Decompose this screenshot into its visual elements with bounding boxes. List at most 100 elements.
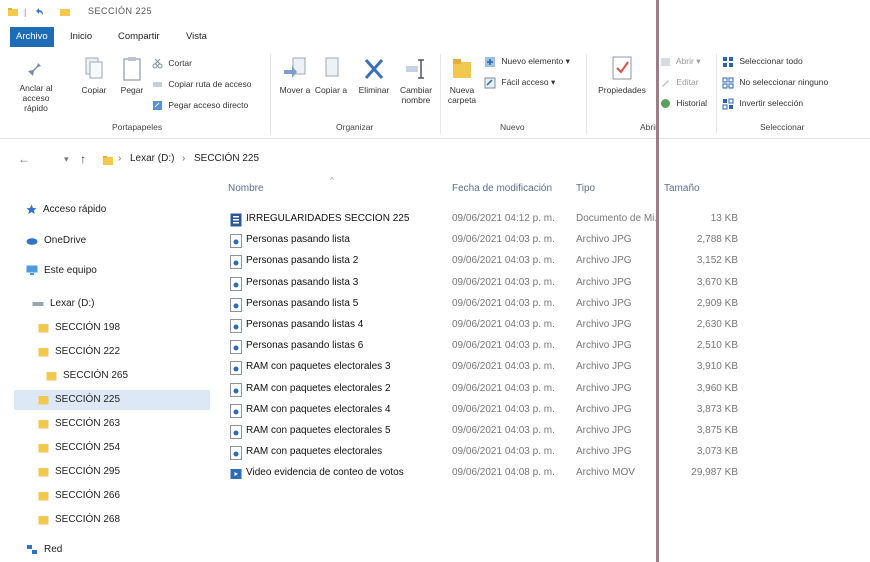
nav-this-pc[interactable]: Este equipo: [26, 261, 97, 281]
ribbon-divider: [716, 54, 717, 134]
file-row[interactable]: Personas pasando lista 5 09/06/2021 04:03…: [226, 295, 746, 315]
nav-folder-selected[interactable]: SECCIÓN 225: [14, 390, 210, 410]
back-arrow-icon[interactable]: ←: [18, 152, 30, 166]
rename-button[interactable]: Cambiar nombre: [396, 56, 436, 105]
history-icon: [661, 99, 670, 109]
column-header-date[interactable]: Fecha de modificación: [452, 183, 552, 194]
nav-label: SECCIÓN 263: [55, 418, 121, 429]
nav-drive[interactable]: Lexar (D:): [32, 294, 94, 314]
column-header-name[interactable]: Nombre: [228, 183, 264, 194]
new-folder-label: Nueva carpeta: [447, 85, 477, 105]
edit-icon: [662, 80, 669, 88]
delete-button[interactable]: Eliminar: [354, 56, 394, 95]
column-header-size[interactable]: Tamaño: [664, 183, 700, 194]
file-name: Personas pasando lista: [246, 234, 350, 246]
file-type: Archivo JPG: [576, 276, 632, 288]
new-item-label: Nuevo elemento: [501, 56, 564, 66]
move-to-button[interactable]: Mover a: [278, 56, 312, 95]
delete-label: Eliminar: [358, 85, 390, 95]
file-type: Archivo JPG: [576, 361, 632, 373]
image-file-icon: [230, 276, 242, 294]
nav-onedrive[interactable]: OneDrive: [26, 231, 86, 251]
nav-folder[interactable]: SECCIÓN 266: [38, 486, 120, 506]
folder-icon: [46, 371, 57, 381]
invert-selection-button[interactable]: Invertir selección: [722, 96, 803, 110]
file-row[interactable]: Personas pasando listas 6 09/06/2021 04:0…: [226, 337, 746, 357]
select-none-icon: [722, 77, 734, 89]
file-type: Archivo JPG: [576, 403, 632, 415]
file-row[interactable]: Personas pasando lista 3 09/06/2021 04:03…: [226, 274, 746, 294]
tab-inicio[interactable]: Inicio: [64, 27, 98, 47]
select-all-icon: [723, 56, 733, 67]
nav-network[interactable]: Red: [26, 540, 62, 560]
paste-button[interactable]: Pegar: [116, 56, 148, 95]
file-name: RAM con paquetes electorales 3: [246, 361, 391, 373]
nav-quick-access[interactable]: Acceso rápido: [26, 200, 106, 220]
edit-button[interactable]: Editar: [660, 75, 699, 89]
file-size: 2,909 KB: [696, 297, 738, 309]
history-button[interactable]: Historial: [660, 96, 707, 110]
nav-folder[interactable]: SECCIÓN 268: [38, 510, 120, 530]
new-item-button[interactable]: Nuevo elemento ▾: [484, 54, 570, 68]
computer-icon: [26, 265, 38, 275]
nav-label: SECCIÓN 265: [63, 370, 129, 381]
nav-label: Red: [44, 544, 63, 555]
breadcrumb-drive[interactable]: Lexar (D:): [130, 153, 174, 164]
file-size: 3,152 KB: [696, 255, 738, 267]
file-type: Archivo JPG: [576, 297, 632, 309]
select-all-button[interactable]: Seleccionar todo: [722, 54, 803, 68]
recent-dropdown-icon[interactable]: ▾: [64, 154, 69, 165]
file-row[interactable]: RAM con paquetes electorales 3 09/06/2021…: [226, 358, 746, 378]
image-file-icon: [230, 382, 242, 400]
select-none-label: No seleccionar ninguno: [739, 77, 829, 87]
file-row[interactable]: RAM con paquetes electorales 4 09/06/2021…: [226, 401, 746, 421]
group-label-organizar: Organizar: [336, 122, 374, 132]
group-label-portapapeles: Portapapeles: [112, 122, 163, 132]
open-button[interactable]: Abrir ▾: [660, 54, 701, 68]
file-row[interactable]: RAM con paquetes electorales 2 09/06/2021…: [226, 380, 746, 400]
easy-access-button[interactable]: Fácil acceso ▾: [484, 75, 555, 89]
dropdown-icon: ▾: [696, 56, 701, 66]
tab-compartir[interactable]: Compartir: [112, 27, 166, 47]
nav-label: SECCIÓN 268: [55, 514, 121, 525]
nav-folder[interactable]: SECCIÓN 254: [38, 438, 120, 458]
file-date: 09/06/2021 04:03 p. m.: [452, 319, 555, 330]
breadcrumb-current[interactable]: SECCIÓN 225: [194, 153, 259, 164]
history-label: Historial: [676, 98, 708, 108]
nav-folder[interactable]: SECCIÓN 222: [38, 342, 120, 362]
properties-button[interactable]: Propiedades: [592, 54, 652, 95]
copy-button[interactable]: Copiar: [76, 56, 112, 95]
tab-vista[interactable]: Vista: [180, 27, 213, 47]
folder-icon[interactable]: [8, 7, 18, 17]
cut-button[interactable]: Cortar: [152, 56, 192, 70]
select-none-button[interactable]: No seleccionar ninguno: [722, 75, 828, 89]
file-row[interactable]: Video evidencia de conteo de votos 09/06/…: [226, 464, 746, 484]
pin-label: Anclar al acceso rápido: [19, 83, 53, 113]
nav-folder[interactable]: SECCIÓN 198: [38, 318, 120, 338]
file-row[interactable]: Personas pasando listas 4 09/06/2021 04:0…: [226, 316, 746, 336]
file-row[interactable]: RAM con paquetes electorales 09/06/2021 0…: [226, 443, 746, 463]
file-row[interactable]: Personas pasando lista 2 09/06/2021 04:03…: [226, 252, 746, 272]
copy-to-button[interactable]: Copiar a: [314, 56, 348, 95]
up-arrow-icon[interactable]: ↑: [80, 152, 86, 166]
undo-icon[interactable]: [34, 7, 44, 17]
copy-path-button[interactable]: Copiar ruta de acceso: [152, 77, 252, 91]
file-size: 2,788 KB: [696, 234, 738, 246]
column-header-type[interactable]: Tipo: [576, 183, 595, 194]
pin-quick-access-button[interactable]: Anclar al acceso rápido: [10, 56, 62, 113]
paste-shortcut-button[interactable]: Pegar acceso directo: [152, 98, 248, 112]
file-type: Archivo JPG: [576, 319, 632, 330]
nav-folder[interactable]: SECCIÓN 263: [38, 414, 120, 434]
file-name: IRREGULARIDADES SECCIÓN 225: [246, 213, 410, 224]
tab-archivo[interactable]: Archivo: [10, 27, 54, 47]
nav-folder[interactable]: SECCIÓN 295: [38, 462, 120, 482]
select-all-label: Seleccionar todo: [739, 56, 803, 66]
file-row[interactable]: Personas pasando lista 09/06/2021 04:03 p…: [226, 231, 746, 251]
invert-selection-label: Invertir selección: [739, 98, 804, 108]
file-row[interactable]: RAM con paquetes electorales 5 09/06/2021…: [226, 422, 746, 442]
nav-folder[interactable]: SECCIÓN 265: [46, 366, 128, 386]
file-row[interactable]: IRREGULARIDADES SECCIÓN 225 09/06/2021 04…: [226, 210, 746, 230]
ribbon-tabs: Archivo Inicio Compartir Vista: [0, 24, 870, 48]
file-size: 2,630 KB: [696, 319, 738, 330]
new-folder-button[interactable]: Nueva carpeta: [444, 56, 480, 105]
